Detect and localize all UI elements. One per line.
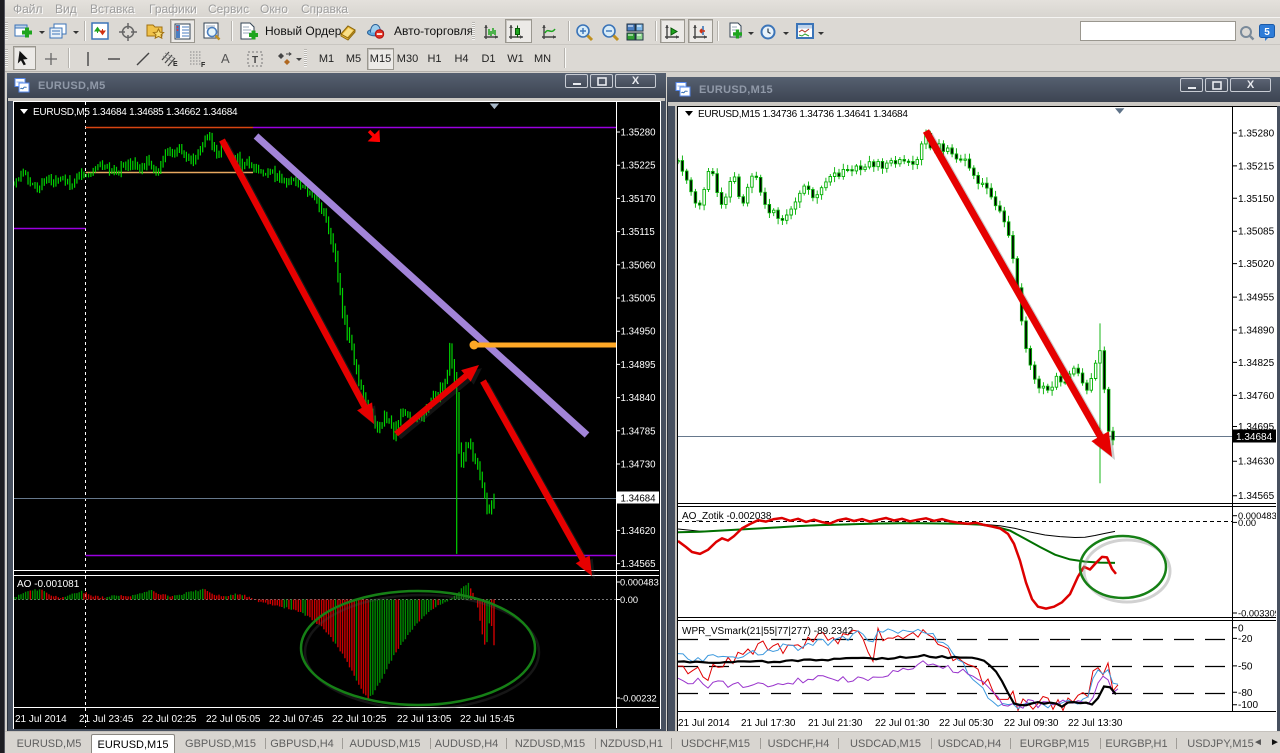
svg-text:21 Jul 17:30: 21 Jul 17:30 — [741, 718, 796, 729]
svg-text:22 Jul 13:30: 22 Jul 13:30 — [1068, 718, 1123, 729]
svg-text:1.35225: 1.35225 — [621, 161, 656, 172]
svg-text:0.00: 0.00 — [1238, 518, 1256, 528]
svg-text:1.35280: 1.35280 — [621, 128, 657, 139]
svg-text:21 Jul 2014: 21 Jul 2014 — [15, 714, 67, 725]
svg-text:1.35115: 1.35115 — [621, 227, 655, 238]
svg-text:22 Jul 09:30: 22 Jul 09:30 — [1004, 718, 1059, 729]
svg-text:1.34684: 1.34684 — [621, 493, 657, 504]
svg-text:1.34785: 1.34785 — [621, 426, 656, 437]
svg-text:22 Jul 15:45: 22 Jul 15:45 — [460, 714, 515, 725]
svg-text:1.35215: 1.35215 — [1238, 161, 1275, 172]
svg-text:21 Jul 21:30: 21 Jul 21:30 — [808, 718, 863, 729]
svg-text:1.34565: 1.34565 — [1238, 491, 1275, 502]
svg-text:22 Jul 13:05: 22 Jul 13:05 — [397, 714, 452, 725]
svg-text:0.00: 0.00 — [620, 595, 638, 605]
svg-text:1.34760: 1.34760 — [1238, 391, 1275, 402]
svg-text:1.34620: 1.34620 — [621, 526, 657, 537]
svg-text:1.35085: 1.35085 — [1238, 227, 1275, 238]
svg-text:1.34565: 1.34565 — [621, 559, 656, 570]
svg-text:1.35280: 1.35280 — [1238, 129, 1275, 140]
svg-text:1.34630: 1.34630 — [1238, 457, 1275, 468]
svg-text:22 Jul 07:45: 22 Jul 07:45 — [269, 714, 324, 725]
svg-text:1.35150: 1.35150 — [1238, 194, 1275, 205]
svg-text:1.34840: 1.34840 — [621, 393, 657, 404]
svg-text:-0.003309: -0.003309 — [1238, 609, 1276, 619]
svg-text:1.34825: 1.34825 — [1238, 358, 1275, 369]
svg-text:1.35060: 1.35060 — [621, 260, 657, 271]
svg-text:22 Jul 05:05: 22 Jul 05:05 — [206, 714, 261, 725]
svg-text:F: F — [201, 62, 206, 68]
svg-text:-0.00232: -0.00232 — [620, 694, 657, 704]
svg-text:EURUSD,M15 1.34736 1.34736 1.: EURUSD,M15 1.34736 1.34736 1.34641 1.346… — [698, 109, 908, 120]
svg-text:5: 5 — [1264, 27, 1270, 38]
svg-text:1.34895: 1.34895 — [621, 360, 656, 371]
svg-text:1.35020: 1.35020 — [1238, 259, 1275, 270]
svg-text:22 Jul 05:30: 22 Jul 05:30 — [939, 718, 994, 729]
svg-text:T: T — [252, 55, 258, 66]
svg-text:EURUSD,M5 1.34684 1.34685 1.3: EURUSD,M5 1.34684 1.34685 1.34662 1.3468… — [33, 107, 238, 118]
svg-text:1.34730: 1.34730 — [621, 460, 657, 471]
svg-text:1.35170: 1.35170 — [621, 194, 657, 205]
svg-text:-20: -20 — [1238, 634, 1253, 645]
svg-text:22 Jul 10:25: 22 Jul 10:25 — [332, 714, 387, 725]
svg-text:22 Jul 01:30: 22 Jul 01:30 — [875, 718, 930, 729]
svg-text:1.34684: 1.34684 — [1236, 432, 1273, 443]
svg-text:21 Jul 2014: 21 Jul 2014 — [678, 718, 730, 729]
svg-text:WPR_VSmark(21|55|77|277) -89.2: WPR_VSmark(21|55|77|277) -89.2342 — [682, 626, 854, 637]
svg-text:1.34955: 1.34955 — [1238, 293, 1275, 304]
svg-text:1.34890: 1.34890 — [1238, 326, 1275, 337]
svg-text:0.000483: 0.000483 — [620, 578, 659, 588]
svg-text:AO_Zotik -0.002038: AO_Zotik -0.002038 — [682, 511, 772, 522]
svg-text:E: E — [173, 61, 178, 68]
svg-text:1.34950: 1.34950 — [621, 327, 657, 338]
svg-text:-80: -80 — [1238, 688, 1253, 699]
svg-text:AO -0.001081: AO -0.001081 — [17, 579, 80, 590]
svg-text:0: 0 — [1238, 623, 1244, 634]
svg-text:22 Jul 02:25: 22 Jul 02:25 — [142, 714, 197, 725]
svg-text:-50: -50 — [1238, 661, 1253, 672]
svg-text:-100: -100 — [1238, 700, 1258, 711]
svg-text:1.35005: 1.35005 — [621, 294, 656, 305]
svg-text:21 Jul 23:45: 21 Jul 23:45 — [79, 714, 134, 725]
